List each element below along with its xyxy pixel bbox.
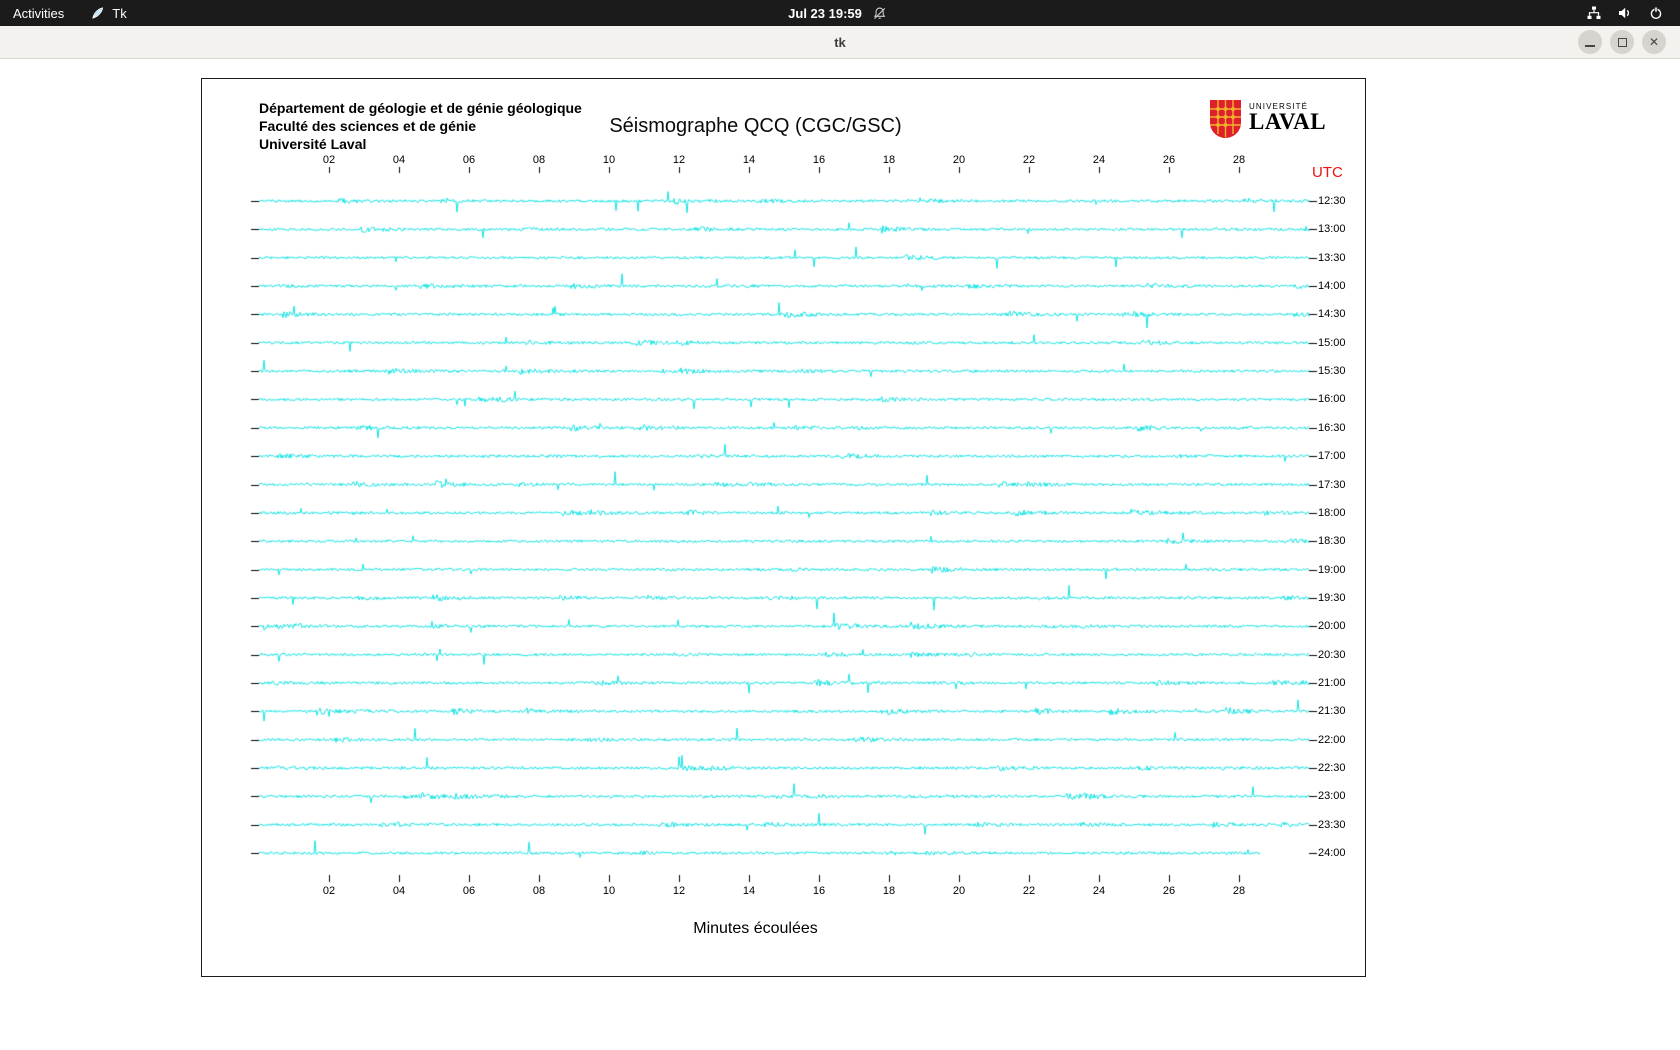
trace-time-label: 20:30: [1318, 648, 1346, 661]
power-icon: [1650, 6, 1662, 19]
trace-time-label: 21:00: [1318, 676, 1346, 689]
x-tick-label-top: 04: [392, 154, 406, 166]
app-menu-button[interactable]: Tk: [77, 0, 139, 26]
x-tick-label-bottom: 10: [602, 885, 616, 897]
volume-icon: [1619, 7, 1630, 19]
trace-time-label: 23:00: [1318, 790, 1346, 803]
close-button[interactable]: ✕: [1642, 30, 1666, 54]
trace-time-label: 22:00: [1318, 733, 1346, 746]
laval-shield-icon: [1210, 100, 1241, 138]
window-titlebar[interactable]: tk ✕: [0, 26, 1680, 59]
trace-time-label: 20:00: [1318, 620, 1346, 633]
trace-time-label: 14:30: [1318, 308, 1346, 321]
x-tick-label-bottom: 16: [812, 885, 826, 897]
trace-time-label: 13:00: [1318, 223, 1346, 236]
trace-time-label: 16:30: [1318, 421, 1346, 434]
tk-icon: [92, 6, 104, 19]
trace-time-label: 17:00: [1318, 450, 1346, 463]
x-tick-label-bottom: 26: [1162, 885, 1176, 897]
plot-title: Séismographe QCQ (CGC/GSC): [609, 115, 902, 137]
x-tick-label-bottom: 28: [1232, 885, 1246, 897]
activities-button[interactable]: Activities: [0, 0, 77, 26]
window-title: tk: [834, 35, 846, 50]
trace-time-label: 22:30: [1318, 762, 1346, 774]
x-tick-label-top: 08: [532, 154, 546, 166]
trace-time-label: 19:00: [1318, 563, 1346, 576]
x-tick-label-bottom: 24: [1092, 885, 1106, 897]
clock-label: Jul 23 19:59: [788, 5, 862, 21]
gnome-top-bar: Activities Tk Jul 23 19:59: [0, 0, 1680, 26]
laval-wordmark: UNIVERSITÉ LAVAL: [1249, 99, 1326, 133]
trace-time-label: 23:30: [1318, 818, 1346, 831]
x-tick-label-top: 24: [1092, 154, 1106, 166]
x-tick-label-bottom: 22: [1022, 885, 1036, 897]
x-tick-label-top: 20: [952, 154, 966, 166]
trace-time-label: 24:00: [1318, 847, 1346, 860]
maximize-button[interactable]: [1610, 30, 1634, 54]
app-menu-label: Tk: [112, 5, 127, 21]
trace-time-label: 14:00: [1318, 280, 1346, 293]
x-tick-label-bottom: 20: [952, 885, 966, 897]
x-tick-label-bottom: 08: [532, 885, 546, 897]
trace-time-label: 15:30: [1318, 365, 1346, 378]
trace-time-label: 18:00: [1318, 506, 1346, 519]
x-tick-label-top: 18: [882, 154, 896, 166]
maximize-icon: [1617, 37, 1627, 47]
x-tick-label-top: 02: [322, 154, 336, 166]
trace-time-label: 12:30: [1318, 195, 1346, 207]
x-tick-label-top: 22: [1022, 154, 1036, 166]
close-icon: ✕: [1648, 35, 1660, 49]
desktop-screen: Activities Tk Jul 23 19:59 tk ✕ Départem…: [0, 0, 1680, 1050]
x-tick-label-top: 10: [602, 154, 616, 166]
trace-time-label: 13:30: [1318, 251, 1346, 264]
x-tick-label-bottom: 18: [882, 885, 896, 897]
system-status-menu[interactable]: [1570, 0, 1680, 26]
window-controls: ✕: [1578, 30, 1666, 54]
minimize-button[interactable]: [1578, 30, 1602, 54]
trace-time-label: 15:00: [1318, 336, 1346, 349]
x-tick-label-top: 14: [742, 154, 756, 166]
trace-time-label: 18:30: [1318, 535, 1346, 548]
x-tick-label-bottom: 04: [392, 885, 406, 897]
notifications-disabled-icon: [873, 7, 885, 19]
x-tick-label-top: 28: [1232, 154, 1246, 166]
x-tick-label-bottom: 02: [322, 885, 336, 897]
x-tick-label-top: 26: [1162, 154, 1176, 166]
laval-wordmark-bottom: LAVAL: [1249, 109, 1327, 134]
seismograph-frame: Département de géologie et de génie géol…: [201, 78, 1366, 977]
clock-menu[interactable]: Jul 23 19:59: [775, 0, 900, 26]
x-tick-label-top: 06: [462, 154, 476, 166]
x-tick-label-bottom: 14: [742, 885, 756, 897]
network-icon: [1587, 6, 1601, 19]
laval-logo: UNIVERSITÉ LAVAL: [1209, 99, 1326, 139]
minimize-icon: [1585, 45, 1595, 47]
trace-time-label: 19:30: [1318, 591, 1346, 604]
x-tick-label-bottom: 06: [462, 885, 476, 897]
trace-time-label: 17:30: [1318, 478, 1346, 491]
utc-label: UTC: [1312, 164, 1343, 181]
trace-time-label: 16:00: [1318, 393, 1346, 406]
x-tick-label-top: 16: [812, 154, 826, 166]
x-tick-label-top: 12: [672, 154, 686, 166]
trace-time-label: 21:30: [1318, 705, 1346, 718]
x-tick-label-bottom: 12: [672, 885, 686, 897]
x-axis-title: Minutes écoulées: [693, 920, 818, 937]
seismogram-traces-canvas: [202, 79, 1365, 976]
